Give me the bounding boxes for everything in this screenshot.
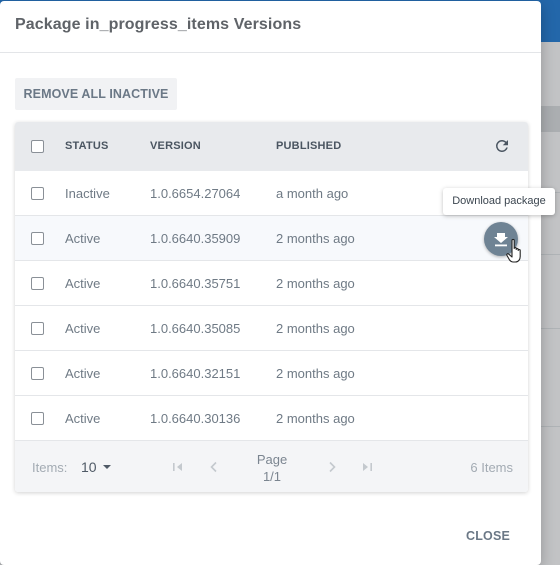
download-tooltip: Download package	[443, 188, 555, 215]
row-status: Active	[65, 411, 101, 426]
remove-all-inactive-button[interactable]: REMOVE ALL INACTIVE	[15, 78, 177, 110]
row-version: 1.0.6640.35751	[150, 276, 241, 291]
row-published: a month ago	[276, 186, 349, 201]
column-header-version[interactable]: VERSION	[150, 140, 201, 152]
row-published: 2 months ago	[276, 366, 355, 381]
row-published: 2 months ago	[276, 411, 355, 426]
row-checkbox[interactable]	[31, 367, 44, 380]
refresh-icon[interactable]	[493, 137, 511, 155]
row-version: 1.0.6640.32151	[150, 366, 241, 381]
versions-dialog: Package in_progress_items Versions REMOV…	[0, 1, 541, 565]
column-header-published[interactable]: PUBLISHED	[276, 140, 341, 152]
row-status: Active	[65, 231, 101, 246]
chevron-down-icon[interactable]	[103, 465, 111, 469]
items-per-page-label: Items:	[32, 460, 68, 475]
first-page-icon[interactable]	[171, 460, 185, 474]
row-status: Active	[65, 321, 101, 336]
row-version: 1.0.6654.27064	[150, 186, 241, 201]
last-page-icon[interactable]	[360, 460, 374, 474]
row-published: 2 months ago	[276, 321, 355, 336]
row-checkbox[interactable]	[31, 232, 44, 245]
row-status: Active	[65, 276, 101, 291]
row-version: 1.0.6640.35909	[150, 231, 241, 246]
table-row[interactable]: Active 1.0.6640.35085 2 months ago	[15, 306, 528, 351]
row-checkbox[interactable]	[31, 412, 44, 425]
row-version: 1.0.6640.35085	[150, 321, 241, 336]
page-indicator: Page 1/1	[247, 451, 297, 485]
row-published: 2 months ago	[276, 276, 355, 291]
column-header-status[interactable]: STATUS	[65, 140, 109, 152]
title-divider	[0, 52, 541, 53]
dialog-title: Package in_progress_items Versions	[15, 16, 302, 33]
table-row[interactable]: Active 1.0.6640.35751 2 months ago	[15, 261, 528, 306]
table-header: STATUS VERSION PUBLISHED	[15, 122, 528, 171]
row-checkbox[interactable]	[31, 277, 44, 290]
row-status: Inactive	[65, 186, 110, 201]
row-status: Active	[65, 366, 101, 381]
table-row[interactable]: Active 1.0.6640.35909 2 months ago	[15, 216, 528, 261]
hand-cursor-icon	[506, 238, 521, 263]
previous-page-icon[interactable]	[207, 460, 221, 474]
items-per-page-select[interactable]: 10	[81, 459, 97, 475]
row-checkbox[interactable]	[31, 322, 44, 335]
close-button[interactable]: CLOSE	[456, 521, 520, 551]
table-pagination: Items: 10 Page 1/1 6 Items	[15, 441, 528, 492]
versions-table: STATUS VERSION PUBLISHED Inactive 1.0.66…	[15, 122, 528, 492]
table-row[interactable]: Active 1.0.6640.30136 2 months ago	[15, 396, 528, 441]
item-count: 6 Items	[470, 460, 513, 475]
row-version: 1.0.6640.30136	[150, 411, 241, 426]
page-of: 1/1	[262, 469, 282, 484]
next-page-icon[interactable]	[325, 460, 339, 474]
row-checkbox[interactable]	[31, 187, 44, 200]
row-published: 2 months ago	[276, 231, 355, 246]
table-row[interactable]: Active 1.0.6640.32151 2 months ago	[15, 351, 528, 396]
select-all-checkbox[interactable]	[31, 140, 44, 153]
page-word: Page	[256, 452, 288, 467]
